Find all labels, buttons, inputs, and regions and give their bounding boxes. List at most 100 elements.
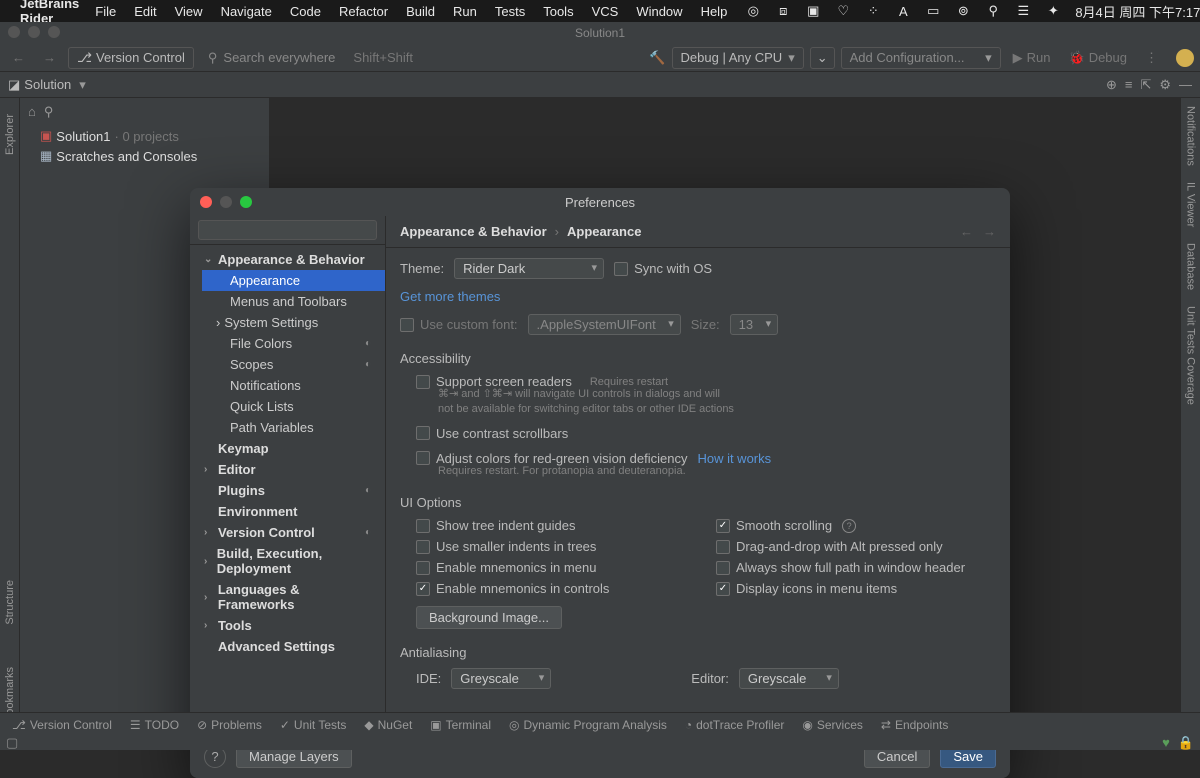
- bt-version-control[interactable]: ⎇Version Control: [12, 718, 112, 732]
- locate-icon[interactable]: ⊕: [1106, 77, 1117, 93]
- window-close-icon[interactable]: [8, 26, 20, 38]
- leaf-notifications[interactable]: Notifications: [202, 375, 385, 396]
- build-hammer-icon[interactable]: 🔨: [649, 50, 665, 66]
- how-it-works-link[interactable]: How it works: [697, 451, 771, 466]
- explorer-tab[interactable]: Explorer: [4, 108, 16, 161]
- full-path-checkbox[interactable]: Always show full path in window header: [716, 560, 996, 575]
- settings-gear-icon[interactable]: ⚙: [1159, 77, 1171, 93]
- tray-shield-icon[interactable]: ♡: [835, 3, 851, 19]
- bt-nuget[interactable]: ◆NuGet: [364, 718, 412, 732]
- spotlight-icon[interactable]: ⚲: [985, 3, 1001, 19]
- get-more-themes-link[interactable]: Get more themes: [400, 289, 500, 304]
- collapse-all-icon[interactable]: ⇱: [1140, 77, 1151, 93]
- add-configuration-select[interactable]: Add Configuration... ▾: [841, 47, 1001, 69]
- coverage-tab[interactable]: Unit Tests Coverage: [1185, 298, 1197, 413]
- status-shield-icon[interactable]: ♥: [1162, 735, 1170, 751]
- version-control-button[interactable]: ⎇ Version Control: [68, 47, 194, 69]
- debug-config-select[interactable]: Debug | Any CPU ▾: [672, 47, 804, 69]
- editor-aa-select[interactable]: Greyscale: [739, 668, 839, 689]
- dnd-alt-checkbox[interactable]: Drag-and-drop with Alt pressed only: [716, 539, 996, 554]
- bt-dpa[interactable]: ◎Dynamic Program Analysis: [509, 718, 667, 732]
- ilviewer-tab[interactable]: IL Viewer: [1185, 174, 1197, 235]
- size-select[interactable]: 13: [730, 314, 778, 335]
- structure-tab[interactable]: Structure: [4, 574, 16, 631]
- smooth-scrolling-checkbox[interactable]: Smooth scrolling?: [716, 518, 996, 533]
- theme-select[interactable]: Rider Dark: [454, 258, 604, 279]
- bt-endpoints[interactable]: ⇄Endpoints: [881, 718, 948, 732]
- custom-font-checkbox[interactable]: Use custom font:: [400, 317, 518, 332]
- bt-dottrace[interactable]: ◔dotTrace Profiler: [685, 718, 785, 732]
- breadcrumb-back-icon[interactable]: ←: [960, 224, 973, 239]
- cat-languages[interactable]: ›Languages & Frameworks: [190, 579, 385, 615]
- window-zoom-icon[interactable]: [48, 26, 60, 38]
- status-lock-icon[interactable]: 🔒: [1178, 735, 1194, 751]
- tree-item-solution[interactable]: ▣ Solution1 · 0 projects: [20, 126, 269, 146]
- leaf-appearance[interactable]: Appearance: [202, 270, 385, 291]
- menu-tests[interactable]: Tests: [495, 4, 525, 19]
- menu-refactor[interactable]: Refactor: [339, 4, 388, 19]
- control-center-icon[interactable]: ☰: [1015, 3, 1031, 19]
- cat-environment[interactable]: Environment: [190, 501, 385, 522]
- ide-aa-select[interactable]: Greyscale: [451, 668, 551, 689]
- mnemonics-menu-checkbox[interactable]: Enable mnemonics in menu: [416, 560, 696, 575]
- tray-icon-1[interactable]: ◎: [745, 3, 761, 19]
- search-everywhere[interactable]: ⚲ Search everywhere Shift+Shift: [200, 48, 421, 68]
- avatar[interactable]: [1176, 49, 1194, 67]
- input-source-icon[interactable]: A: [895, 3, 911, 19]
- dialog-close-icon[interactable]: [200, 196, 212, 208]
- breadcrumb-forward-icon[interactable]: →: [983, 224, 996, 239]
- menu-vcs[interactable]: VCS: [592, 4, 619, 19]
- tree-search-icon[interactable]: ⚲: [44, 104, 54, 120]
- hide-icon[interactable]: —: [1179, 77, 1192, 93]
- display-icons-checkbox[interactable]: Display icons in menu items: [716, 581, 996, 596]
- nav-back-icon[interactable]: ←: [6, 50, 31, 65]
- clock[interactable]: 8月4日 周四 下午7:17: [1075, 2, 1200, 21]
- bt-services[interactable]: ◉Services: [802, 718, 863, 732]
- menu-build[interactable]: Build: [406, 4, 435, 19]
- bt-terminal[interactable]: ▣Terminal: [430, 718, 491, 732]
- contrast-scrollbars-checkbox[interactable]: Use contrast scrollbars: [416, 426, 568, 441]
- run-button[interactable]: ▶ Run: [1007, 50, 1057, 66]
- dialog-search-input[interactable]: [198, 220, 377, 240]
- notifications-tab[interactable]: Notifications: [1185, 98, 1197, 174]
- mnemonics-controls-checkbox[interactable]: Enable mnemonics in controls: [416, 581, 696, 596]
- nav-forward-icon[interactable]: →: [37, 50, 62, 65]
- cat-advanced[interactable]: Advanced Settings: [190, 636, 385, 657]
- battery-icon[interactable]: ▭: [925, 3, 941, 19]
- sync-os-checkbox[interactable]: Sync with OS: [614, 261, 712, 276]
- cat-build[interactable]: ›Build, Execution, Deployment: [190, 543, 385, 579]
- tray-icon-5[interactable]: ⁘: [865, 3, 881, 19]
- database-tab[interactable]: Database: [1185, 235, 1197, 298]
- cat-keymap[interactable]: Keymap: [190, 438, 385, 459]
- cat-editor[interactable]: ›Editor: [190, 459, 385, 480]
- bt-todo[interactable]: ☰TODO: [130, 718, 179, 732]
- tray-icon-2[interactable]: ⧈: [775, 3, 791, 19]
- leaf-quick-lists[interactable]: Quick Lists: [202, 396, 385, 417]
- status-square-icon[interactable]: ▢: [6, 735, 18, 751]
- cat-plugins[interactable]: Plugins◐: [190, 480, 385, 501]
- background-image-button[interactable]: Background Image...: [416, 606, 562, 629]
- wifi-icon[interactable]: ⊚: [955, 3, 971, 19]
- leaf-path-variables[interactable]: Path Variables: [202, 417, 385, 438]
- leaf-system-settings[interactable]: ›System Settings: [202, 312, 385, 333]
- window-minimize-icon[interactable]: [28, 26, 40, 38]
- dialog-minimize-icon[interactable]: [220, 196, 232, 208]
- leaf-scopes[interactable]: Scopes◐: [202, 354, 385, 375]
- bt-unit-tests[interactable]: ✓Unit Tests: [280, 718, 347, 732]
- menu-help[interactable]: Help: [701, 4, 728, 19]
- leaf-menus-toolbars[interactable]: Menus and Toolbars: [202, 291, 385, 312]
- bt-problems[interactable]: ⊘Problems: [197, 718, 262, 732]
- siri-icon[interactable]: ✦: [1045, 3, 1061, 19]
- menu-tools[interactable]: Tools: [543, 4, 573, 19]
- tree-home-icon[interactable]: ⌂: [28, 104, 36, 120]
- menu-code[interactable]: Code: [290, 4, 321, 19]
- menu-view[interactable]: View: [175, 4, 203, 19]
- menu-run[interactable]: Run: [453, 4, 477, 19]
- cat-tools[interactable]: ›Tools: [190, 615, 385, 636]
- menu-edit[interactable]: Edit: [134, 4, 156, 19]
- tray-icon-3[interactable]: ▣: [805, 3, 821, 19]
- cat-appearance-behavior[interactable]: ⌄Appearance & Behavior: [190, 249, 385, 270]
- config-history-button[interactable]: ⌄: [810, 47, 835, 69]
- more-actions-icon[interactable]: ⋮: [1139, 50, 1164, 66]
- font-select[interactable]: .AppleSystemUIFont: [528, 314, 681, 335]
